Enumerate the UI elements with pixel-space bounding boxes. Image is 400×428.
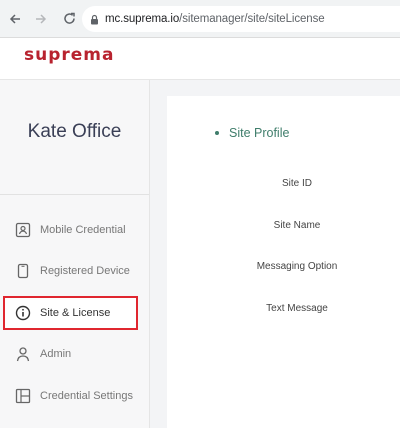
url-path: /sitemanager/site/siteLicense <box>179 13 325 25</box>
sidebar-item-site-license[interactable]: Site & License <box>3 296 138 330</box>
forward-button[interactable] <box>32 10 50 28</box>
reload-icon <box>63 12 75 24</box>
field-label-site-name: Site Name <box>273 220 321 231</box>
field-label-messaging-option: Messaging Option <box>256 261 338 272</box>
sidebar-item-credential-settings[interactable]: Credential Settings <box>0 380 149 412</box>
phone-icon <box>14 262 32 280</box>
back-button[interactable] <box>6 10 24 28</box>
field-label-site-id: Site ID <box>281 178 312 189</box>
reload-button[interactable] <box>60 10 78 28</box>
app-header: suprema <box>0 38 400 80</box>
person-icon <box>14 345 32 363</box>
section-title-text: Site Profile <box>229 126 290 140</box>
sidebar-item-label: Credential Settings <box>40 390 133 402</box>
site-profile-panel: Site Profile Site ID Site Name Messaging… <box>167 96 400 428</box>
org-name: Kate Office <box>27 121 122 142</box>
address-bar[interactable]: mc.suprema.io/sitemanager/site/siteLicen… <box>82 6 400 32</box>
info-icon <box>14 304 32 322</box>
bullet-icon <box>215 131 219 135</box>
sidebar-item-label: Admin <box>40 348 72 360</box>
sidebar-item-registered-device[interactable]: Registered Device <box>0 255 149 287</box>
arrow-left-icon <box>9 13 20 24</box>
sidebar-divider <box>0 194 149 195</box>
sidebar-item-label: Registered Device <box>40 265 130 277</box>
sidebar-item-admin[interactable]: Admin <box>0 338 149 370</box>
layout-icon <box>14 387 32 405</box>
arrow-right-icon <box>36 13 47 24</box>
id-card-icon <box>14 221 32 239</box>
browser-toolbar: mc.suprema.io/sitemanager/site/siteLicen… <box>0 0 400 38</box>
sidebar-item-label: Site & License <box>40 307 111 319</box>
sidebar: Kate Office Mobile Credential Registered… <box>0 80 150 428</box>
field-label-text-message: Text Message <box>266 303 328 314</box>
section-title: Site Profile <box>215 126 289 140</box>
sidebar-item-label: Mobile Credential <box>40 224 126 236</box>
url-host: mc.suprema.io <box>105 13 180 25</box>
suprema-logo[interactable]: suprema <box>24 45 115 65</box>
sidebar-item-mobile-credential[interactable]: Mobile Credential <box>0 214 149 246</box>
lock-icon <box>90 14 99 25</box>
url-text: mc.suprema.io/sitemanager/site/siteLicen… <box>105 13 325 25</box>
